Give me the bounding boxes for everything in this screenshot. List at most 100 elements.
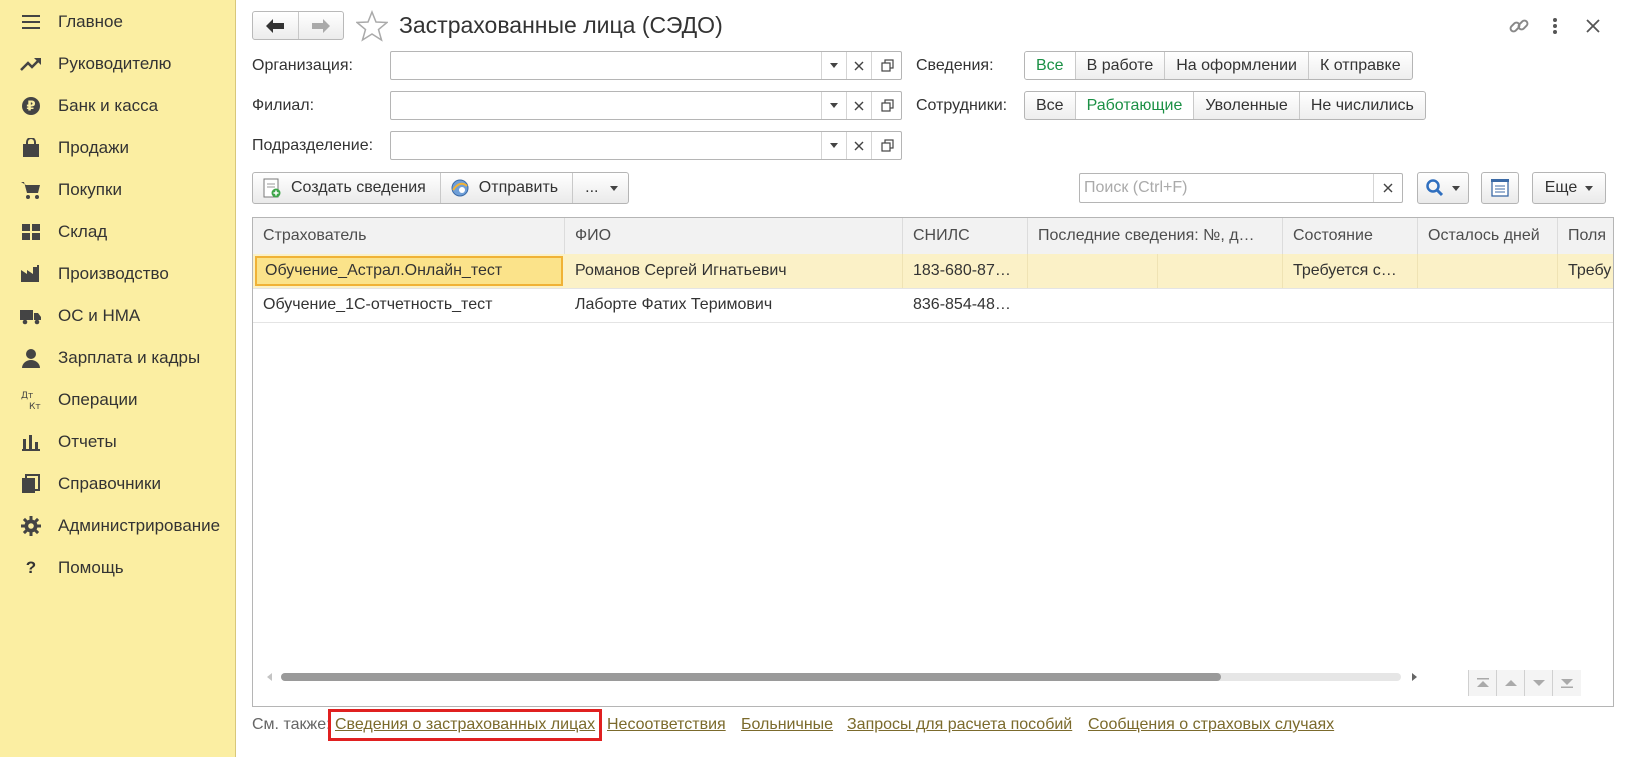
dropdown-button[interactable] [821,52,846,79]
send-button[interactable]: Отправить [439,173,572,203]
column-state[interactable]: Состояние [1283,218,1418,254]
employee-filter-all[interactable]: Все [1025,92,1075,119]
list-settings-icon [1491,179,1509,197]
scroll-up-button[interactable] [1496,670,1525,696]
sidebar-item-admin[interactable]: Администрирование [0,506,236,546]
scroll-thumb[interactable] [281,673,1221,681]
scroll-to-top-button[interactable] [1468,670,1497,696]
sidebar-item-reports[interactable]: Отчеты [0,422,236,462]
cell-name[interactable]: Романов Сергей Игнатьевич [565,254,903,288]
cell-fields[interactable] [1558,288,1613,322]
sidebar-item-purchases[interactable]: Покупки [0,170,236,210]
cell-last-info[interactable] [1028,254,1158,288]
open-button[interactable] [871,92,902,119]
create-info-button[interactable]: Создать сведения [253,173,440,203]
cell-name[interactable]: Лаборте Фатих Теримович [565,288,903,322]
more-vertical-icon[interactable] [1543,14,1567,38]
link-icon[interactable] [1507,14,1531,38]
arrow-up-icon [1505,680,1517,686]
cell-state[interactable] [1283,288,1418,322]
clear-icon [854,101,864,110]
branch-field[interactable] [390,91,902,120]
cell-last-info[interactable] [1028,288,1158,322]
scroll-down-button[interactable] [1524,670,1553,696]
info-filter-in-registration[interactable]: На оформлении [1164,52,1308,79]
department-field[interactable] [390,131,902,160]
link-sick-leaves[interactable]: Больничные [741,716,833,734]
cell-days-left[interactable] [1418,254,1558,288]
scroll-right-icon[interactable] [1411,672,1419,682]
column-days-left[interactable]: Осталось дней [1418,218,1558,254]
sidebar-item-salary[interactable]: Зарплата и кадры [0,338,236,378]
forward-button[interactable] [297,12,344,39]
link-insured-info[interactable]: Сведения о застрахованных лицах [327,709,603,741]
table-row[interactable]: Обучение_1С-отчетность_тест Лаборте Фати… [253,288,1613,323]
clear-icon [854,61,864,70]
open-button[interactable] [871,132,902,159]
more-label: Еще [1544,179,1578,196]
open-window-icon [880,139,894,152]
sidebar-item-label: Администрирование [58,516,221,535]
sidebar-item-help[interactable]: ? Помощь [0,548,236,588]
dropdown-button[interactable] [821,132,846,159]
employee-filter-working[interactable]: Работающие [1074,92,1194,119]
clear-icon [1383,183,1393,193]
sidebar-item-production[interactable]: Производство [0,254,236,294]
trend-icon [20,54,42,74]
horizontal-scrollbar[interactable] [263,670,1423,682]
link-insurance-cases[interactable]: Сообщения о страховых случаях [1088,716,1334,734]
chevron-down-icon [610,185,619,191]
sidebar-item-label: Зарплата и кадры [58,348,201,367]
cell-last-info-date[interactable] [1158,288,1283,322]
employee-filter-dismissed[interactable]: Уволенные [1193,92,1298,119]
sidebar-item-bank[interactable]: ₽ Банк и касса [0,86,236,126]
dropdown-button[interactable] [821,92,846,119]
link-benefit-requests[interactable]: Запросы для расчета пособий [847,716,1072,734]
cell-fields[interactable]: Требу [1558,254,1613,288]
more-button[interactable]: Еще [1532,172,1606,204]
organization-field[interactable] [390,51,902,80]
cell-insurer[interactable]: Обучение_Астрал.Онлайн_тест [255,256,563,286]
cell-snils[interactable]: 183-680-87… [903,254,1028,288]
column-insurer[interactable]: Страхователь [253,218,565,254]
link-mismatches[interactable]: Несоответствия [607,716,726,734]
sidebar-item-assets[interactable]: ОС и НМА [0,296,236,336]
cell-state[interactable]: Требуется с… [1283,254,1418,288]
open-button[interactable] [871,52,902,79]
employee-filter: Все Работающие Уволенные Не числились [1024,91,1426,120]
cell-days-left[interactable] [1418,288,1558,322]
scroll-left-icon[interactable] [265,672,273,682]
column-fields[interactable]: Поля [1558,218,1613,254]
cell-last-info-date[interactable] [1158,254,1283,288]
settings-list-button[interactable] [1481,172,1519,204]
table-row[interactable]: Обучение_Астрал.Онлайн_тест Романов Серг… [253,254,1613,289]
search-button[interactable] [1417,172,1469,204]
column-last-info[interactable]: Последние сведения: №, д… [1028,218,1283,254]
info-filter-to-send[interactable]: К отправке [1307,52,1412,79]
info-filter-all[interactable]: Все [1025,52,1075,79]
cell-insurer[interactable]: Обучение_1С-отчетность_тест [253,288,565,322]
employee-filter-not-listed[interactable]: Не числились [1298,92,1425,119]
sidebar-item-sales[interactable]: Продажи [0,128,236,168]
clear-button[interactable] [846,132,871,159]
sidebar-item-manager[interactable]: Руководителю [0,44,236,84]
sidebar-item-main[interactable]: Главное [0,2,236,42]
clear-button[interactable] [846,52,871,79]
info-filter-in-work[interactable]: В работе [1074,52,1165,79]
column-snils[interactable]: СНИЛС [903,218,1028,254]
cell-snils[interactable]: 836-854-48… [903,288,1028,322]
more-commands-button[interactable]: ... [572,173,628,203]
close-icon[interactable] [1581,14,1605,38]
clear-button[interactable] [846,92,871,119]
search-input[interactable] [1080,174,1378,202]
bag-icon [20,138,42,158]
new-document-icon [261,177,283,199]
sidebar-item-operations[interactable]: Дт Кт Операции [0,380,236,420]
sidebar-item-warehouse[interactable]: Склад [0,212,236,252]
search-clear-button[interactable] [1373,174,1402,202]
favorite-star-icon[interactable] [355,9,389,42]
scroll-to-bottom-button[interactable] [1552,670,1581,696]
column-name[interactable]: ФИО [565,218,903,254]
back-button[interactable] [253,12,298,39]
sidebar-item-catalogs[interactable]: Справочники [0,464,236,504]
